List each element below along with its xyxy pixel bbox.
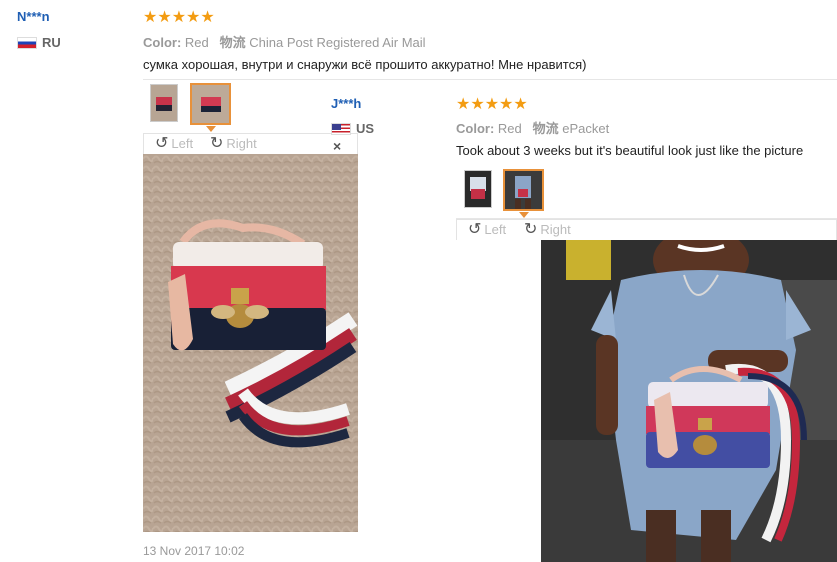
rotate-left-button[interactable]: ↺ Left <box>468 219 506 239</box>
rotate-right-button[interactable]: ↻ Right <box>210 133 257 153</box>
color-label: Color: <box>456 121 495 136</box>
review-photo-thumbnail-active[interactable] <box>190 83 231 125</box>
star-rating: ★★★★★ <box>456 96 528 113</box>
rotate-left-icon: ↺ <box>468 221 482 238</box>
review-photo-thumbnail[interactable] <box>150 84 178 122</box>
color-value: Red <box>497 121 522 136</box>
rotate-left-label: Left <box>171 135 194 151</box>
bag-thumbnail-image <box>151 85 177 121</box>
flag-us-icon <box>331 122 351 135</box>
close-viewer-button[interactable]: × <box>333 138 341 154</box>
rotate-left-button[interactable]: ↺ Left <box>155 133 193 153</box>
thumbnail-pointer <box>206 126 216 132</box>
shipping-value: ePacket <box>562 121 610 136</box>
rotate-right-button[interactable]: ↻ Right <box>524 219 571 239</box>
bag-thumbnail-image <box>192 85 229 123</box>
rotate-left-icon: ↺ <box>155 135 169 152</box>
country-code: US <box>356 121 375 136</box>
review-meta: Color: Red 物流 China Post Registered Air … <box>143 32 426 51</box>
flag-ru-icon <box>17 36 37 49</box>
review-date: 13 Nov 2017 10:02 <box>143 544 245 558</box>
girl-holding-handbag-photo <box>541 240 837 562</box>
handbag-on-rug-photo <box>143 154 358 532</box>
review-divider <box>143 79 837 80</box>
shipping-label: 物流 <box>532 121 559 136</box>
reviewer-name[interactable]: N***n <box>17 9 50 24</box>
review-photo-thumbnail[interactable] <box>464 170 492 208</box>
rotate-right-label: Right <box>540 221 571 237</box>
reviewer-country: US <box>331 121 374 136</box>
color-value: Red <box>184 35 209 50</box>
review-text: Took about 3 weeks but it's beautiful lo… <box>456 143 804 158</box>
reviewer-name[interactable]: J***h <box>331 96 361 111</box>
review-photo-large[interactable] <box>143 154 358 532</box>
rotate-right-icon: ↻ <box>210 135 224 152</box>
star-rating: ★★★★★ <box>143 9 215 26</box>
bag-thumbnail-image <box>465 171 491 207</box>
shipping-value: China Post Registered Air Mail <box>249 35 426 50</box>
country-code: RU <box>42 35 61 50</box>
review-text: сумка хорошая, внутри и снаружи всё прош… <box>143 57 587 72</box>
reviewer-country: RU <box>17 35 61 50</box>
photo-viewer-toolbar <box>456 219 837 240</box>
rotate-right-label: Right <box>226 135 257 151</box>
review-meta: Color: Red 物流 ePacket <box>456 118 609 137</box>
review-photo-large[interactable] <box>456 240 837 562</box>
rotate-right-icon: ↻ <box>524 221 538 238</box>
review-photo-thumbnail-active[interactable] <box>503 169 544 211</box>
color-label: Color: <box>143 35 182 50</box>
girl-thumbnail-image <box>505 171 542 209</box>
rotate-left-label: Left <box>484 221 507 237</box>
shipping-label: 物流 <box>219 35 246 50</box>
